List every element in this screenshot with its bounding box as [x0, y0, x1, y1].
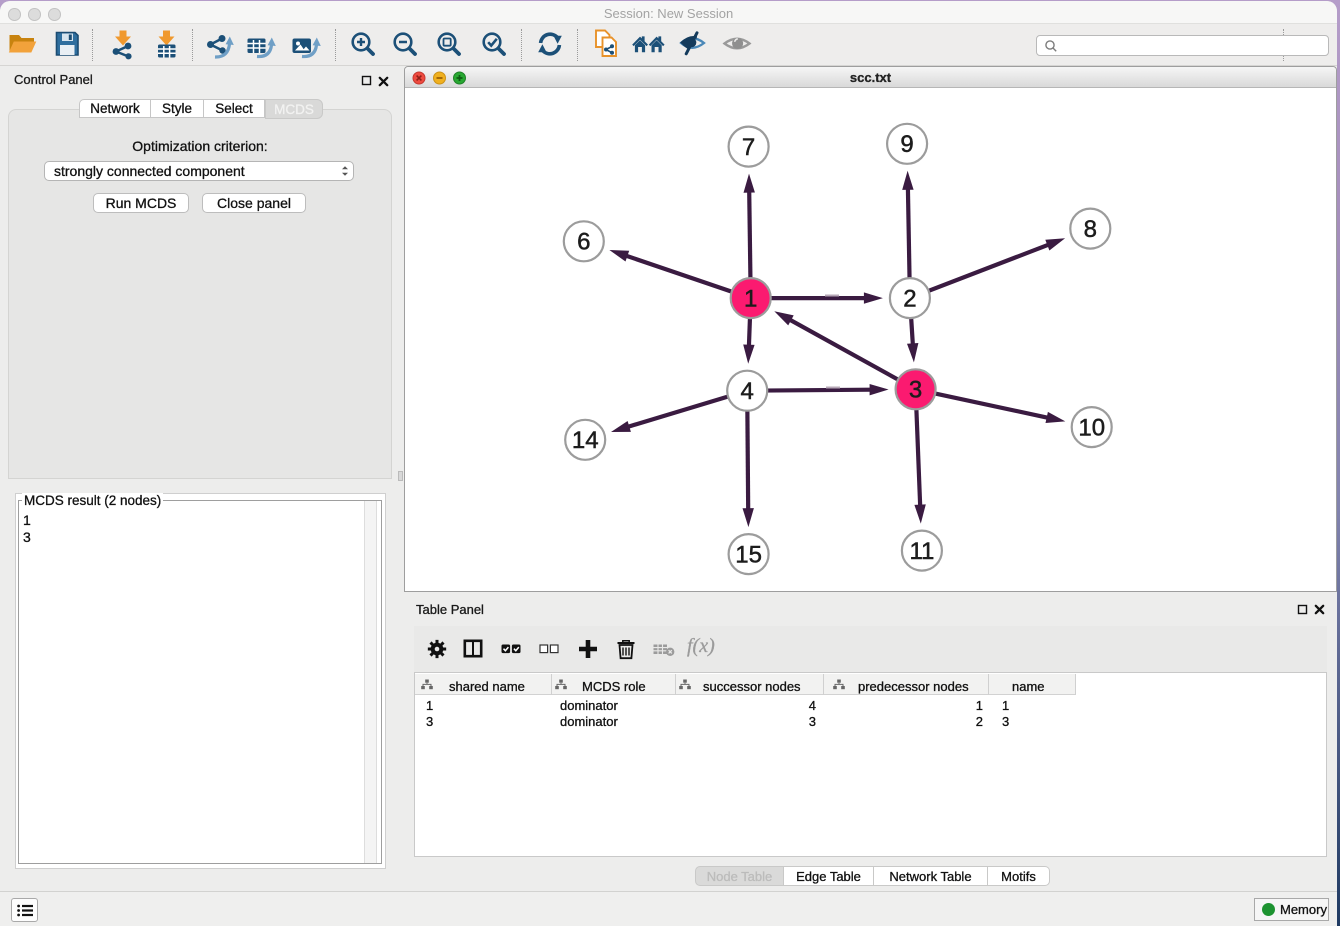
svg-text:10: 10	[1078, 414, 1105, 441]
svg-text:14: 14	[572, 427, 599, 454]
svg-text:15: 15	[735, 541, 762, 568]
svg-text:6: 6	[577, 229, 590, 256]
svg-text:7: 7	[742, 134, 755, 161]
svg-text:8: 8	[1084, 216, 1097, 243]
svg-text:2: 2	[903, 285, 916, 312]
svg-text:11: 11	[909, 538, 934, 565]
svg-text:3: 3	[909, 377, 922, 404]
svg-text:1: 1	[744, 285, 757, 312]
svg-text:9: 9	[900, 131, 913, 158]
svg-text:4: 4	[741, 378, 754, 405]
